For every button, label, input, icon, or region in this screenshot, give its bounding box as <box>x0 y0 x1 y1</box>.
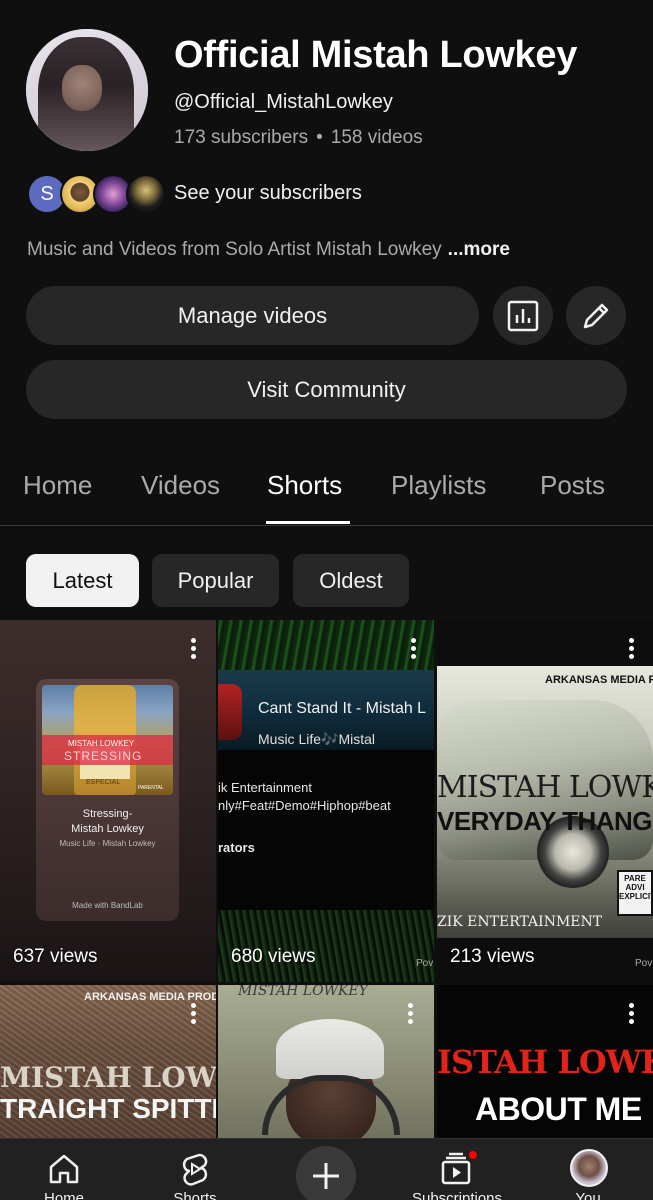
thumb-text: Pov <box>635 958 653 969</box>
thumb-text: PARENTAL <box>138 785 164 791</box>
thumb-text: MISTAH LOWKEY <box>68 739 135 748</box>
thumb-text: ARKANSAS MEDIA PRODUC <box>84 991 216 1003</box>
short-thumbnail-card: MISTAH LOWKEY STRESSING ESPECIAL PARENTA… <box>36 679 179 921</box>
short-tile[interactable]: MISTAH LOWKEY STRESSING ESPECIAL PARENTA… <box>0 620 216 982</box>
tab-videos[interactable]: Videos <box>141 470 220 501</box>
shorts-icon <box>182 1153 208 1186</box>
tab-home[interactable]: Home <box>23 470 92 501</box>
thumb-text: MISTAH LOWKE <box>0 1061 216 1094</box>
nav-subscriptions[interactable]: Subscriptions <box>397 1139 517 1200</box>
short-tile[interactable]: ISTAH LOWKEY ABOUT ME <box>437 985 653 1145</box>
short-views: 680 views <box>231 946 316 967</box>
thumb-text: ESPECIAL <box>86 779 121 786</box>
channel-avatar[interactable] <box>26 29 148 151</box>
avatar <box>570 1149 608 1187</box>
short-views: 213 views <box>450 946 535 967</box>
nav-home[interactable]: Home <box>4 1139 124 1200</box>
stats-separator: • <box>316 127 323 148</box>
nav-label: You <box>575 1190 601 1200</box>
notification-dot <box>467 1149 479 1161</box>
more-options-icon[interactable] <box>191 1003 197 1025</box>
active-tab-indicator <box>266 521 350 524</box>
chip-oldest[interactable]: Oldest <box>293 554 409 607</box>
thumb-text: ABOUT ME <box>475 1091 642 1127</box>
channel-name: Official Mistah Lowkey <box>174 34 578 76</box>
description-text: Music and Videos from Solo Artist Mistah… <box>27 239 442 260</box>
manage-videos-button[interactable]: Manage videos <box>26 286 479 345</box>
channel-tabs: Home Videos Shorts Playlists Posts <box>0 448 653 526</box>
thumb-meta: Music Life · Mistah Lowkey <box>59 839 156 848</box>
visit-community-label: Visit Community <box>247 376 406 402</box>
channel-description[interactable]: Music and Videos from Solo Artist Mistah… <box>27 239 510 261</box>
more-link[interactable]: ...more <box>448 239 510 260</box>
thumb-text: ARKANSAS MEDIA PRO <box>545 674 653 686</box>
nav-label: Subscriptions <box>411 1190 503 1200</box>
thumb-text: STRESSING <box>64 749 143 763</box>
more-options-icon[interactable] <box>191 638 197 660</box>
short-tile[interactable]: Cant Stand It - Mistah L Music Life🎶Mist… <box>218 620 434 982</box>
short-tile[interactable]: ARKANSAS MEDIA PRO MISTAH LOWKEY VERYDAY… <box>437 620 653 982</box>
tab-shorts[interactable]: Shorts <box>267 470 342 501</box>
nav-you[interactable]: You <box>528 1139 648 1200</box>
short-views: 637 views <box>13 946 98 967</box>
channel-stats: 173 subscribers • 158 videos <box>174 127 423 149</box>
subscriber-avatars[interactable]: S <box>27 174 167 216</box>
tab-playlists[interactable]: Playlists <box>391 470 486 501</box>
see-subscribers-link[interactable]: See your subscribers <box>174 182 362 205</box>
channel-handle: @Official_MistahLowkey <box>174 91 393 113</box>
more-options-icon[interactable] <box>629 638 635 660</box>
album-art: MISTAH LOWKEY STRESSING ESPECIAL PARENTA… <box>42 685 173 795</box>
thumb-text: Cant Stand It - Mistah L <box>258 700 427 717</box>
short-tile[interactable]: ARKANSAS MEDIA PRODUC MISTAH LOWKE TRAIG… <box>0 985 216 1145</box>
pencil-icon <box>583 303 609 328</box>
chip-latest[interactable]: Latest <box>26 554 139 607</box>
thumb-title: Stressing- Mistah Lowkey <box>36 807 179 837</box>
manage-videos-label: Manage videos <box>177 302 328 328</box>
nav-label: Home <box>43 1190 84 1200</box>
thumb-text: TRAIGHT SPITTI <box>0 1093 216 1124</box>
thumb-text: PARE ADVI EXPLICIT <box>617 870 653 916</box>
create-button[interactable] <box>296 1146 356 1200</box>
thumb-text: ZIK ENTERTAINMENT <box>437 914 603 930</box>
tab-posts[interactable]: Posts <box>540 470 605 501</box>
thumb-text: rators <box>218 840 255 855</box>
thumb-title-line: Stressing- <box>82 808 133 820</box>
thumb-text: nly#Feat#Demo#Hiphop#beat <box>218 798 391 813</box>
subscriber-avatar <box>126 174 166 214</box>
thumb-text: MISTAH LOWKEY <box>238 985 368 999</box>
subscriber-count: 173 subscribers <box>174 127 309 148</box>
more-options-icon[interactable] <box>411 638 417 660</box>
thumb-text: MISTAH LOWKEY <box>437 770 653 805</box>
video-count: 158 videos <box>330 127 423 148</box>
nav-label: Shorts <box>173 1190 217 1200</box>
thumb-footer: Made with BandLab <box>72 901 143 910</box>
thumb-text: ISTAH LOWKEY <box>437 1043 653 1081</box>
thumb-text: Music Life🎶Mistal <box>258 731 376 747</box>
thumb-text: VERYDAY THANG <box>437 806 653 836</box>
visit-community-button[interactable]: Visit Community <box>26 360 627 419</box>
analytics-icon <box>507 300 539 331</box>
home-icon <box>49 1154 79 1184</box>
nav-shorts[interactable]: Shorts <box>135 1139 255 1200</box>
plus-icon <box>313 1163 339 1189</box>
thumb-text: ik Entertainment <box>218 780 312 795</box>
short-tile[interactable]: MISTAH LOWKEY <box>218 985 434 1145</box>
edit-channel-button[interactable] <box>566 286 626 345</box>
more-options-icon[interactable] <box>629 1003 635 1025</box>
thumb-text: Pov <box>416 958 434 969</box>
more-options-icon[interactable] <box>408 1003 414 1025</box>
analytics-button[interactable] <box>493 286 553 345</box>
chip-popular[interactable]: Popular <box>152 554 279 607</box>
thumb-title-line: Mistah Lowkey <box>71 823 144 835</box>
